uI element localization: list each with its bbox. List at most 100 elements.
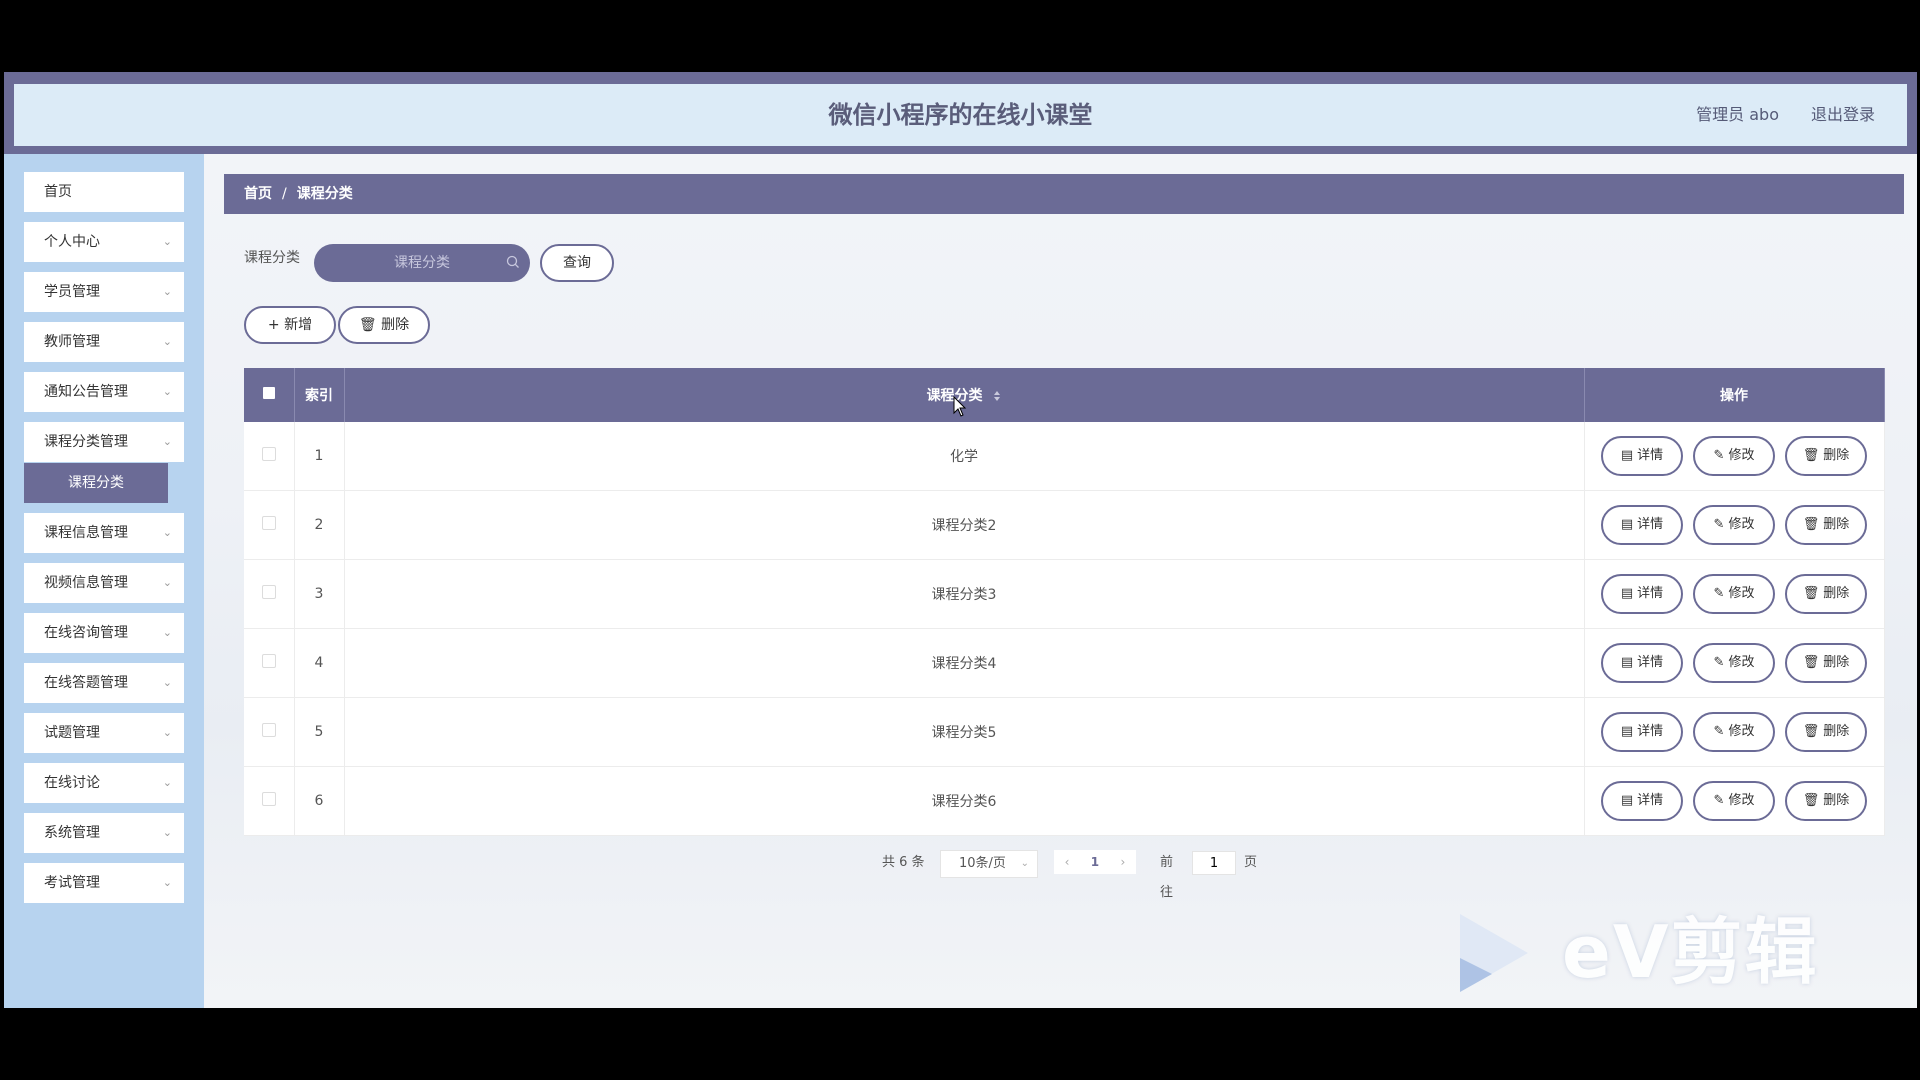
row-checkbox[interactable] — [261, 654, 276, 668]
sidebar-item-label: 在线答题管理 — [44, 675, 128, 691]
table-row[interactable]: 4 课程分类4 ▤ 详情 ✎ 修改 🗑 删除 — [244, 628, 1885, 698]
row-checkbox[interactable] — [261, 792, 276, 806]
page-size-select[interactable]: 10条/页 ⌄ — [940, 850, 1038, 878]
sidebar-item-label: 课程信息管理 — [44, 525, 128, 541]
edit-button-label: 修改 — [1728, 655, 1755, 670]
row-index: 1 — [294, 422, 345, 491]
delete-button[interactable]: 🗑 删除 — [1785, 436, 1867, 476]
sidebar-item-question-management[interactable]: 试题管理 ⌄ — [24, 713, 184, 753]
goto-label: 前往 — [1160, 855, 1174, 900]
sidebar-item-online-quiz-management[interactable]: 在线答题管理 ⌄ — [24, 663, 184, 703]
sidebar-item-label: 通知公告管理 — [44, 384, 128, 400]
delete-button-label: 删除 — [1823, 448, 1850, 463]
sidebar-item-label: 个人中心 — [44, 234, 100, 250]
sidebar-item-label: 课程分类管理 — [44, 434, 128, 450]
top-bar-inner: 微信小程序的在线小课堂 管理员 abo 退出登录 — [14, 84, 1907, 146]
table-row[interactable]: 6 课程分类6 ▤ 详情 ✎ 修改 🗑 删除 — [244, 766, 1885, 836]
row-select-cell — [244, 697, 295, 767]
sidebar-item-online-discussion[interactable]: 在线讨论 ⌄ — [24, 763, 184, 803]
detail-button[interactable]: ▤ 详情 — [1601, 436, 1683, 476]
select-all-checkbox[interactable] — [262, 387, 275, 399]
table-header-row: 索引 课程分类 操作 — [244, 368, 1885, 422]
breadcrumb-home[interactable]: 首页 — [244, 186, 272, 202]
batch-delete-button[interactable]: 🗑 删除 — [338, 306, 430, 344]
delete-button[interactable]: 🗑 删除 — [1785, 505, 1867, 545]
row-category: 课程分类2 — [344, 490, 1585, 560]
row-checkbox[interactable] — [261, 516, 276, 530]
column-header-index: 索引 — [294, 368, 345, 422]
detail-button[interactable]: ▤ 详情 — [1601, 781, 1683, 821]
row-index: 2 — [294, 490, 345, 560]
query-button[interactable]: 查询 — [540, 244, 614, 282]
select-all-cell — [244, 368, 295, 422]
sidebar-subitem-course-category[interactable]: 课程分类 — [24, 463, 168, 503]
sidebar-item-student-management[interactable]: 学员管理 ⌄ — [24, 272, 184, 312]
edit-button-label: 修改 — [1728, 586, 1755, 601]
table-row[interactable]: 5 课程分类5 ▤ 详情 ✎ 修改 🗑 删除 — [244, 697, 1885, 767]
row-checkbox[interactable] — [261, 585, 276, 599]
edit-icon: ✎ — [1713, 793, 1725, 808]
sidebar-item-teacher-management[interactable]: 教师管理 ⌄ — [24, 322, 184, 362]
delete-button[interactable]: 🗑 删除 — [1785, 643, 1867, 683]
detail-button-label: 详情 — [1637, 448, 1664, 463]
current-page[interactable]: 1 — [1091, 855, 1099, 869]
play-logo-icon — [1460, 914, 1528, 992]
search-input[interactable] — [314, 244, 530, 282]
add-button[interactable]: + 新增 — [244, 306, 336, 344]
document-icon: ▤ — [1620, 793, 1634, 808]
trash-icon: 🗑 — [1802, 655, 1820, 670]
page-nav: ‹ 1 › — [1054, 850, 1136, 874]
sidebar-item-exam-management[interactable]: 考试管理 ⌄ — [24, 863, 184, 903]
sidebar-item-video-info-management[interactable]: 视频信息管理 ⌄ — [24, 563, 184, 603]
chevron-down-icon: ⌄ — [162, 235, 172, 248]
table-row[interactable]: 3 课程分类3 ▤ 详情 ✎ 修改 🗑 删除 — [244, 559, 1885, 629]
delete-button-label: 删除 — [1823, 793, 1850, 808]
page-suffix: 页 — [1244, 855, 1258, 870]
sidebar-item-course-category-management[interactable]: 课程分类管理 ⌄ — [24, 422, 184, 462]
row-checkbox[interactable] — [261, 723, 276, 737]
detail-button[interactable]: ▤ 详情 — [1601, 505, 1683, 545]
goto-page-input[interactable] — [1192, 851, 1236, 875]
row-checkbox[interactable] — [261, 447, 276, 461]
detail-button[interactable]: ▤ 详情 — [1601, 643, 1683, 683]
sort-icon[interactable] — [993, 390, 1001, 402]
next-page-icon[interactable]: › — [1120, 855, 1125, 869]
row-actions: ▤ 详情 ✎ 修改 🗑 删除 — [1584, 422, 1885, 491]
search-icon[interactable] — [506, 255, 520, 269]
chevron-down-icon: ⌄ — [162, 626, 172, 639]
edit-button[interactable]: ✎ 修改 — [1693, 436, 1775, 476]
sidebar-item-course-info-management[interactable]: 课程信息管理 ⌄ — [24, 513, 184, 553]
edit-button[interactable]: ✎ 修改 — [1693, 712, 1775, 752]
row-actions: ▤ 详情 ✎ 修改 🗑 删除 — [1584, 697, 1885, 767]
mouse-cursor-icon — [953, 396, 967, 417]
sidebar-item-label: 考试管理 — [44, 875, 100, 891]
watermark-text: eV剪辑 — [1562, 910, 1819, 994]
logout-link[interactable]: 退出登录 — [1811, 84, 1875, 146]
row-category: 课程分类4 — [344, 628, 1585, 698]
delete-button[interactable]: 🗑 删除 — [1785, 781, 1867, 821]
prev-page-icon[interactable]: ‹ — [1065, 855, 1070, 869]
edit-icon: ✎ — [1713, 724, 1725, 739]
edit-button[interactable]: ✎ 修改 — [1693, 781, 1775, 821]
table-row[interactable]: 1 化学 ▤ 详情 ✎ 修改 🗑 删除 — [244, 422, 1885, 491]
row-actions: ▤ 详情 ✎ 修改 🗑 删除 — [1584, 490, 1885, 560]
sidebar-item-personal-center[interactable]: 个人中心 ⌄ — [24, 222, 184, 262]
table-row[interactable]: 2 课程分类2 ▤ 详情 ✎ 修改 🗑 删除 — [244, 490, 1885, 560]
edit-button[interactable]: ✎ 修改 — [1693, 643, 1775, 683]
delete-button[interactable]: 🗑 删除 — [1785, 574, 1867, 614]
sidebar-item-online-consult-management[interactable]: 在线咨询管理 ⌄ — [24, 613, 184, 653]
app-screen: 微信小程序的在线小课堂 管理员 abo 退出登录 首页 个人中心 ⌄ 学员管理 … — [4, 72, 1917, 1008]
sidebar-item-system-management[interactable]: 系统管理 ⌄ — [24, 813, 184, 853]
sidebar-item-home[interactable]: 首页 — [24, 172, 184, 212]
delete-button[interactable]: 🗑 删除 — [1785, 712, 1867, 752]
row-actions: ▤ 详情 ✎ 修改 🗑 删除 — [1584, 628, 1885, 698]
edit-button-label: 修改 — [1728, 793, 1755, 808]
sidebar-item-label: 在线咨询管理 — [44, 625, 128, 641]
edit-icon: ✎ — [1713, 655, 1725, 670]
detail-button[interactable]: ▤ 详情 — [1601, 574, 1683, 614]
edit-button[interactable]: ✎ 修改 — [1693, 505, 1775, 545]
sidebar-item-notice-management[interactable]: 通知公告管理 ⌄ — [24, 372, 184, 412]
detail-button[interactable]: ▤ 详情 — [1601, 712, 1683, 752]
sidebar-item-label: 系统管理 — [44, 825, 100, 841]
edit-button[interactable]: ✎ 修改 — [1693, 574, 1775, 614]
